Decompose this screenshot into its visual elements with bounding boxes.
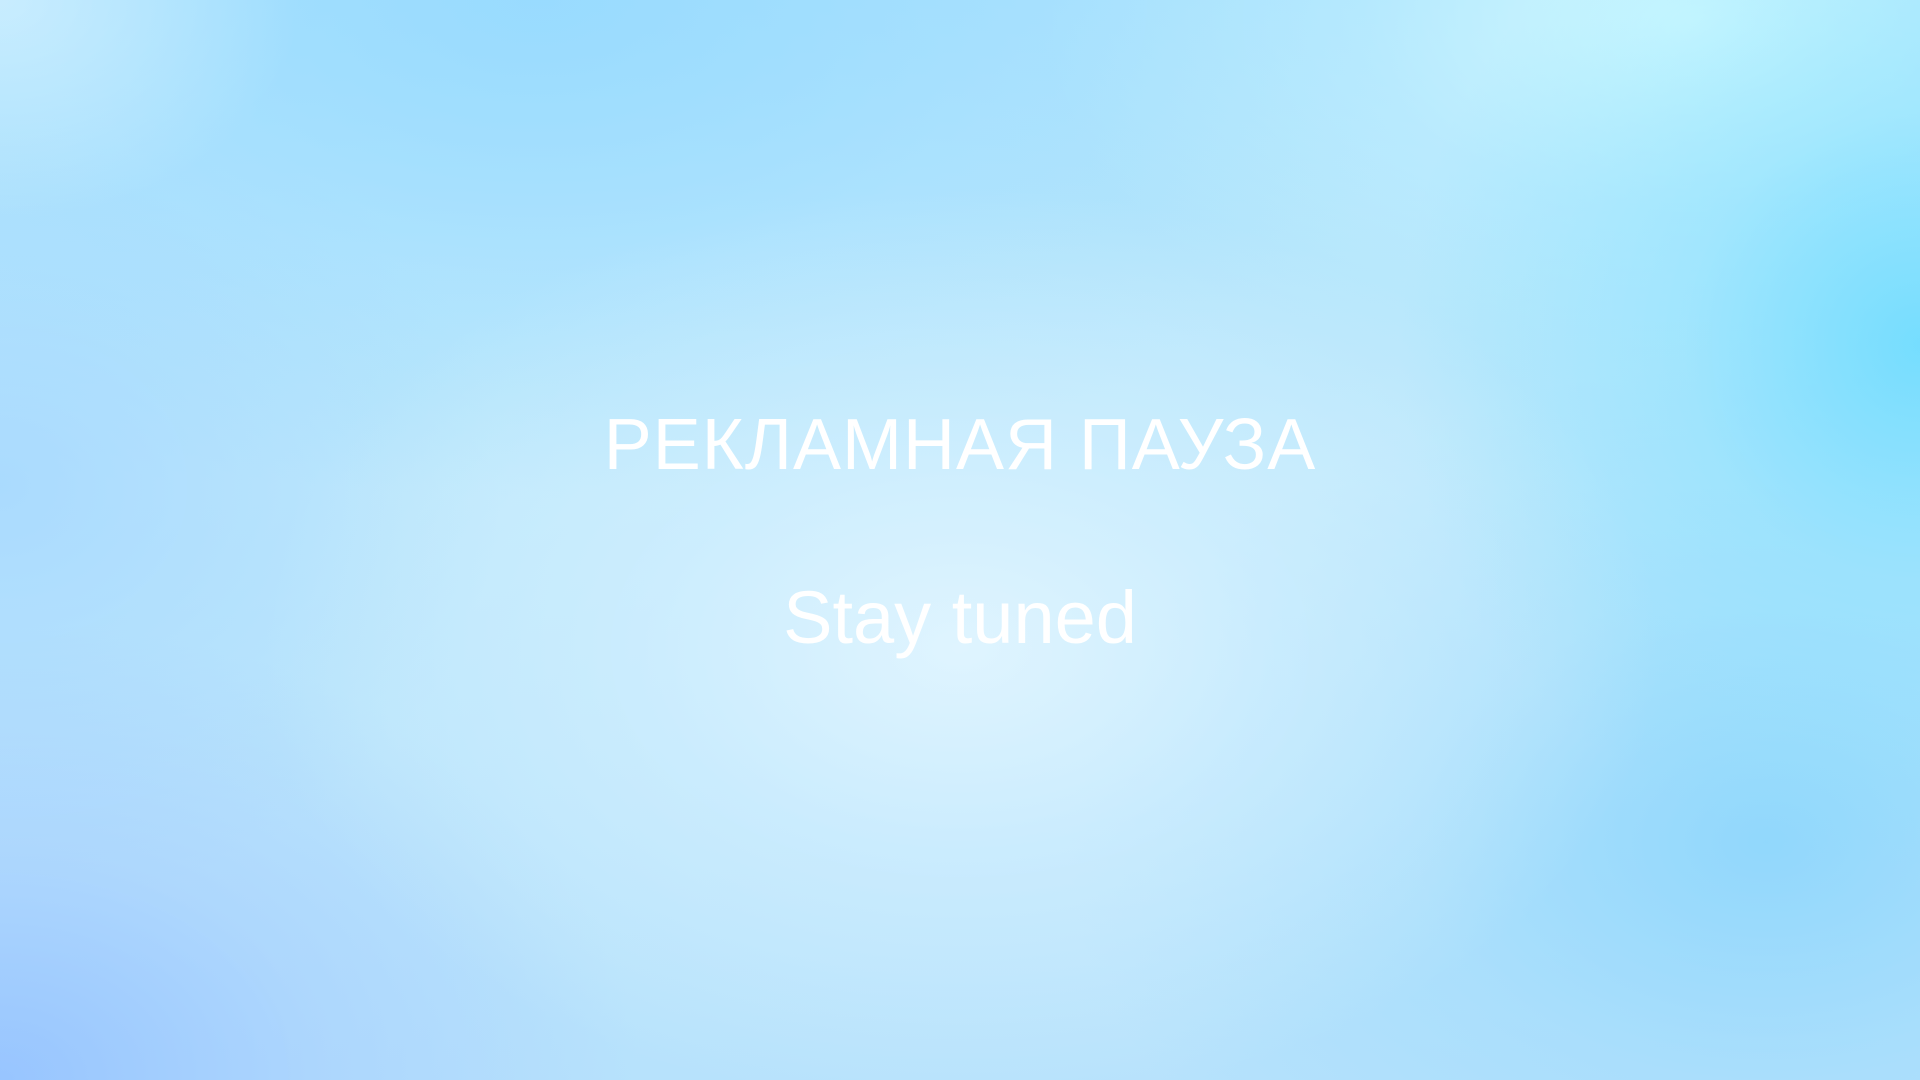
- ad-break-screen: РЕКЛАМНАЯ ПАУЗА Stay tuned: [0, 0, 1920, 1080]
- stay-tuned-caption: Stay tuned: [783, 576, 1137, 659]
- ad-break-message: РЕКЛАМНАЯ ПАУЗА Stay tuned: [0, 0, 1920, 1080]
- ad-break-title: РЕКЛАМНАЯ ПАУЗА: [603, 405, 1317, 485]
